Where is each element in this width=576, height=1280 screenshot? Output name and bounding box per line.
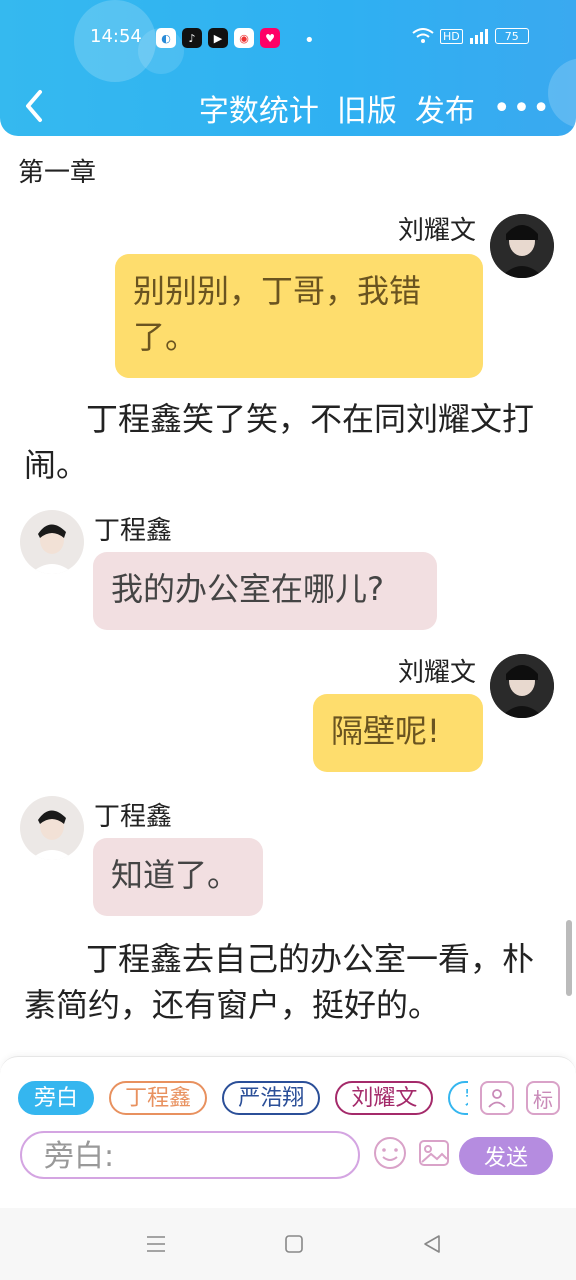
top-header: 14:54 ◐ ♪ ▶ ◉ ♥ • HD 75 字数统计 旧版 发布 •••	[0, 0, 576, 136]
decor-circle	[548, 58, 576, 128]
message-bubble[interactable]: 知道了。	[93, 838, 263, 916]
avatar-ding-chengxin[interactable]	[20, 510, 84, 574]
chapter-title[interactable]: 第一章	[18, 152, 96, 189]
emoji-icon[interactable]	[372, 1135, 408, 1171]
wifi-icon	[412, 28, 434, 43]
back-button[interactable]	[20, 86, 54, 126]
chevron-left-icon	[26, 90, 42, 122]
app-icon: ▶	[208, 28, 228, 48]
avatar-ding-chengxin[interactable]	[20, 796, 84, 860]
image-icon[interactable]	[416, 1135, 452, 1171]
speaker-name: 丁程鑫	[94, 802, 173, 832]
weibo-icon: ◉	[234, 28, 254, 48]
app-icon: ♥	[260, 28, 280, 48]
role-chip-narration[interactable]: 旁白	[18, 1081, 95, 1115]
word-count-button[interactable]: 字数统计	[199, 86, 319, 130]
publish-button[interactable]: 发布	[415, 86, 475, 130]
app-icon: ◐	[156, 28, 176, 48]
scrollbar[interactable]	[566, 920, 572, 996]
avatar-liu-yaowen[interactable]	[490, 214, 554, 278]
tiktok-icon: ♪	[182, 28, 202, 48]
avatar-liu-yaowen[interactable]	[490, 654, 554, 718]
old-version-button[interactable]: 旧版	[337, 86, 397, 130]
role-chip-ding-chengxin[interactable]: 丁程鑫	[109, 1081, 208, 1115]
character-card-button[interactable]	[480, 1081, 514, 1115]
role-chip-yan-haoxiang[interactable]: 严浩翔	[222, 1081, 321, 1115]
send-button[interactable]: 发送	[459, 1137, 553, 1175]
composer-panel: 旁白 丁程鑫 严浩翔 刘耀文 宋 标 发送	[0, 1056, 576, 1217]
person-card-icon	[488, 1089, 506, 1108]
message-input[interactable]	[42, 1133, 346, 1179]
clock: 14:54	[90, 26, 142, 47]
signal-icon	[469, 29, 488, 44]
more-notifications-dot: •	[304, 30, 315, 51]
system-icons: HD 75	[412, 28, 529, 44]
back-triangle-icon[interactable]	[420, 1232, 444, 1256]
header-actions: 字数统计 旧版 发布 •••	[199, 86, 552, 130]
home-icon[interactable]	[282, 1232, 306, 1256]
role-chip-song[interactable]: 宋	[448, 1081, 468, 1115]
message-bubble[interactable]: 别别别，丁哥，我错了。	[115, 254, 483, 378]
status-bar: 14:54 ◐ ♪ ▶ ◉ ♥ • HD 75	[0, 22, 576, 56]
battery-icon: 75	[494, 28, 529, 44]
menu-icon[interactable]	[144, 1232, 168, 1256]
more-options-button[interactable]: •••	[493, 91, 552, 126]
hd-icon: HD	[440, 28, 463, 44]
narration-text[interactable]: 丁程鑫笑了笑，不在同刘耀文打闹。	[24, 396, 556, 488]
speaker-name: 丁程鑫	[94, 516, 173, 546]
message-input-wrapper	[20, 1131, 360, 1179]
role-chip-list: 旁白 丁程鑫 严浩翔 刘耀文 宋	[18, 1081, 468, 1121]
message-bubble[interactable]: 隔壁呢!	[313, 694, 483, 772]
notification-icons: ◐ ♪ ▶ ◉ ♥	[156, 28, 280, 48]
narration-text[interactable]: 丁程鑫去自己的办公室一看，朴素简约，还有窗户，挺好的。	[24, 936, 556, 1028]
message-bubble[interactable]: 我的办公室在哪儿?	[93, 552, 437, 630]
role-chip-liu-yaowen[interactable]: 刘耀文	[335, 1081, 434, 1115]
system-nav-bar	[0, 1208, 576, 1280]
speaker-name: 刘耀文	[398, 216, 477, 246]
tag-button[interactable]: 标	[526, 1081, 560, 1115]
speaker-name: 刘耀文	[398, 658, 477, 688]
